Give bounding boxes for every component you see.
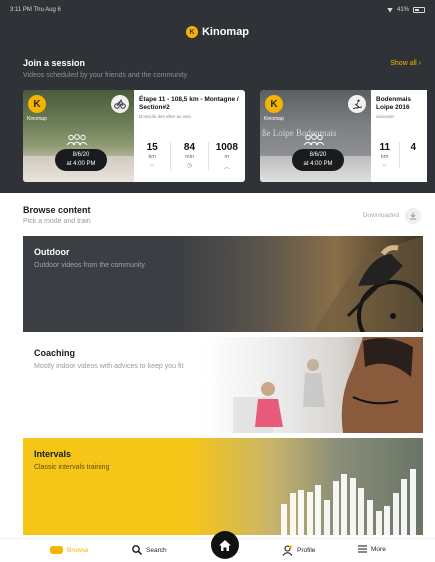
chevron-right-icon: › xyxy=(418,60,421,67)
stat-distance: 15 km ↔ xyxy=(134,142,172,171)
group-icon xyxy=(66,134,88,146)
sessions-header: 3:11 PM Thu Aug 6 41% K Kinomap Join a s… xyxy=(0,0,435,193)
session-stats: 11 km ↔ 4 xyxy=(371,142,427,168)
session-datetime: 8/6/20 at 4:00 PM xyxy=(292,149,344,171)
show-all-link[interactable]: Show all › xyxy=(390,60,421,67)
stat-duration: 84 min ◷ xyxy=(171,142,209,171)
badge-label: Kinomap xyxy=(27,116,47,122)
nav-browse[interactable]: Browse xyxy=(50,545,89,555)
coaching-tile[interactable]: Coaching Mostly indoor videos with advic… xyxy=(23,337,423,433)
session-title: Bodenmais Loipe 2016 xyxy=(376,96,412,111)
interval-bar xyxy=(384,506,391,535)
interval-bar xyxy=(367,500,373,535)
join-session-header: Join a session Videos scheduled by your … xyxy=(23,58,421,79)
download-icon xyxy=(405,207,421,224)
interval-bar xyxy=(332,481,339,535)
interval-bar xyxy=(375,511,382,535)
join-session-title: Join a session xyxy=(23,58,86,68)
session-datetime: 8/6/20 at 4:00 PM xyxy=(55,149,107,171)
group-icon xyxy=(303,134,325,146)
battery-percent: 41% xyxy=(396,7,409,13)
session-info: Bodenmais Loipe 2016 saisonier 11 km ↔ 4 xyxy=(371,90,427,182)
intervals-tile[interactable]: Intervals Classic intervals training xyxy=(23,438,423,535)
clock-icon: ◷ xyxy=(186,163,193,169)
bike-icon xyxy=(111,95,129,113)
session-stats: 15 km ↔ 84 min ◷ 1008 m ︿ xyxy=(134,142,245,171)
tile-subtitle: Mostly indoor videos with advices to kee… xyxy=(34,363,184,370)
interval-bar xyxy=(341,474,348,535)
interval-bar xyxy=(410,469,416,535)
browse-subtitle: Pick a mode and train xyxy=(23,218,91,225)
session-thumbnail: K Kinomap 8/6/20 at 4:00 PM xyxy=(23,90,134,182)
downloaded-button[interactable]: Downloaded xyxy=(363,206,421,225)
distance-icon: ↔ xyxy=(381,162,388,168)
browse-content-header: Browse content Pick a mode and train Dow… xyxy=(23,205,421,225)
interval-bar xyxy=(349,478,356,535)
skier-icon xyxy=(348,95,366,113)
session-info: Étape 11 - 108,5 km - Montagne / Section… xyxy=(134,90,245,182)
home-button[interactable] xyxy=(211,531,239,559)
status-bar: 3:11 PM Thu Aug 6 41% xyxy=(10,5,425,15)
session-thumbnail: ße Loipe Bodenmais K Kinomap 8/6/20 at 4… xyxy=(260,90,371,182)
tile-subtitle: Outdoor videos from the community xyxy=(34,262,145,269)
session-subtitle: saisonier xyxy=(376,114,395,119)
interval-bar xyxy=(401,479,408,535)
tile-subtitle: Classic intervals training xyxy=(34,464,110,471)
home-icon xyxy=(219,539,231,551)
wifi-icon xyxy=(386,7,393,13)
session-subtitle: Domicile des elles au velo xyxy=(139,114,192,119)
tile-title: Intervals xyxy=(34,449,72,459)
session-title: Étape 11 - 108,5 km - Montagne / Section… xyxy=(139,96,239,111)
kinomap-badge-icon: K xyxy=(265,95,283,113)
badge-label: Kinomap xyxy=(264,116,284,122)
interval-bar xyxy=(298,490,305,535)
app-name: Kinomap xyxy=(201,26,250,38)
session-card[interactable]: K Kinomap 8/6/20 at 4:00 PM Étape 11 - 1… xyxy=(23,90,245,182)
stat-elevation: 1008 m ︿ xyxy=(209,142,245,171)
interval-bar xyxy=(306,492,313,535)
stat-duration: 4 xyxy=(410,142,417,153)
cyclist-image xyxy=(313,236,423,332)
status-time: 3:11 PM Thu Aug 6 xyxy=(10,7,61,13)
nav-search[interactable]: Search xyxy=(132,545,167,555)
interval-bar xyxy=(324,500,330,535)
tile-title: Coaching xyxy=(34,348,76,358)
interval-bar xyxy=(289,493,296,535)
menu-icon xyxy=(358,545,367,553)
nav-profile[interactable]: Profile xyxy=(282,545,315,556)
nav-more[interactable]: More xyxy=(358,545,386,553)
interval-bar xyxy=(315,485,322,535)
tile-title: Outdoor xyxy=(34,247,70,257)
battery-icon xyxy=(413,7,425,13)
join-session-subtitle: Videos scheduled by your friends and the… xyxy=(23,72,188,79)
search-icon xyxy=(132,545,142,555)
profile-icon xyxy=(282,545,293,556)
session-carousel[interactable]: K Kinomap 8/6/20 at 4:00 PM Étape 11 - 1… xyxy=(23,90,435,185)
browse-icon xyxy=(50,546,63,554)
session-card[interactable]: ße Loipe Bodenmais K Kinomap 8/6/20 at 4… xyxy=(260,90,435,182)
bottom-nav: Browse Search Profile More xyxy=(0,531,435,562)
app-logo: K Kinomap xyxy=(0,26,435,38)
kinomap-badge-icon: K xyxy=(28,95,46,113)
distance-icon: ↔ xyxy=(149,162,156,168)
browse-title: Browse content xyxy=(23,205,91,215)
kinomap-logo-icon: K xyxy=(185,26,198,38)
interval-bar xyxy=(358,488,365,535)
interval-bar xyxy=(281,504,287,535)
stat-distance: 11 km ↔ xyxy=(371,142,400,168)
elevation-icon: ︿ xyxy=(223,165,230,171)
interval-bar xyxy=(392,493,399,535)
outdoor-tile[interactable]: Outdoor Outdoor videos from the communit… xyxy=(23,236,423,332)
coach-image xyxy=(233,337,423,433)
